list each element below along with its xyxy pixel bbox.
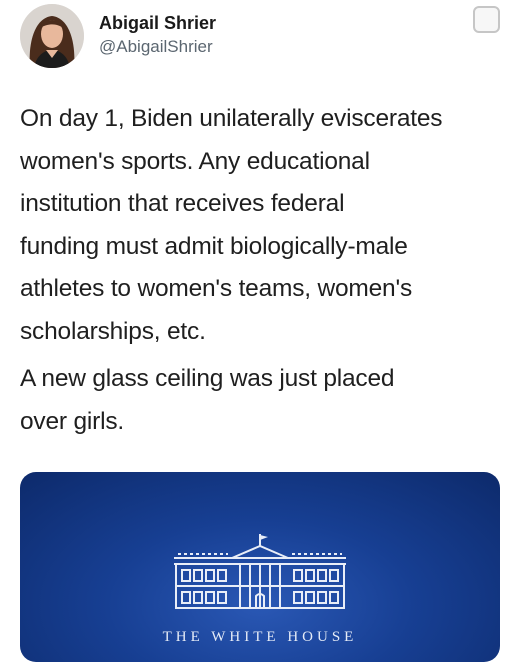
tweet-text: On day 1, Biden unilaterally eviscerates…	[20, 98, 510, 443]
author-name[interactable]: Abigail Shrier	[99, 13, 216, 34]
tweet-paragraph: On day 1, Biden unilaterally eviscerates…	[20, 105, 443, 345]
author-handle[interactable]: @AbigailShrier	[99, 37, 213, 57]
media-card[interactable]: THE WHITE HOUSE	[20, 472, 500, 662]
checkbox-icon[interactable]	[473, 6, 500, 33]
avatar[interactable]	[20, 4, 84, 68]
tweet: Abigail Shrier @AbigailShrier On day 1, …	[0, 0, 517, 662]
card-caption: THE WHITE HOUSE	[162, 629, 358, 645]
white-house-logo	[174, 534, 346, 609]
tweet-paragraph: A new glass ceiling was just placed over…	[20, 365, 395, 435]
